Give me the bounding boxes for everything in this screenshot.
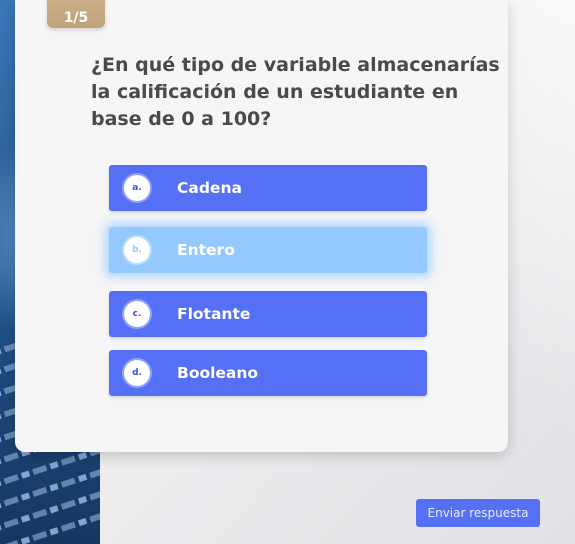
option-b[interactable]: b. Entero — [109, 227, 427, 273]
question-counter: 1/5 — [63, 10, 89, 26]
option-label: Cadena — [177, 179, 242, 197]
question-counter-badge: 1/5 — [47, 0, 105, 28]
option-marker: b. — [124, 237, 150, 263]
option-marker: d. — [124, 360, 150, 386]
option-label: Flotante — [177, 305, 251, 323]
option-marker: c. — [124, 301, 150, 327]
question-text: ¿En qué tipo de variable almacenarías la… — [91, 54, 500, 130]
submit-answer-button[interactable]: Enviar respuesta — [416, 499, 540, 527]
option-c[interactable]: c. Flotante — [109, 291, 427, 337]
option-d[interactable]: d. Booleano — [109, 350, 427, 396]
option-label: Booleano — [177, 364, 259, 382]
option-label: Entero — [177, 241, 235, 259]
option-a[interactable]: a. Cadena — [109, 165, 427, 211]
option-marker: a. — [124, 175, 150, 201]
